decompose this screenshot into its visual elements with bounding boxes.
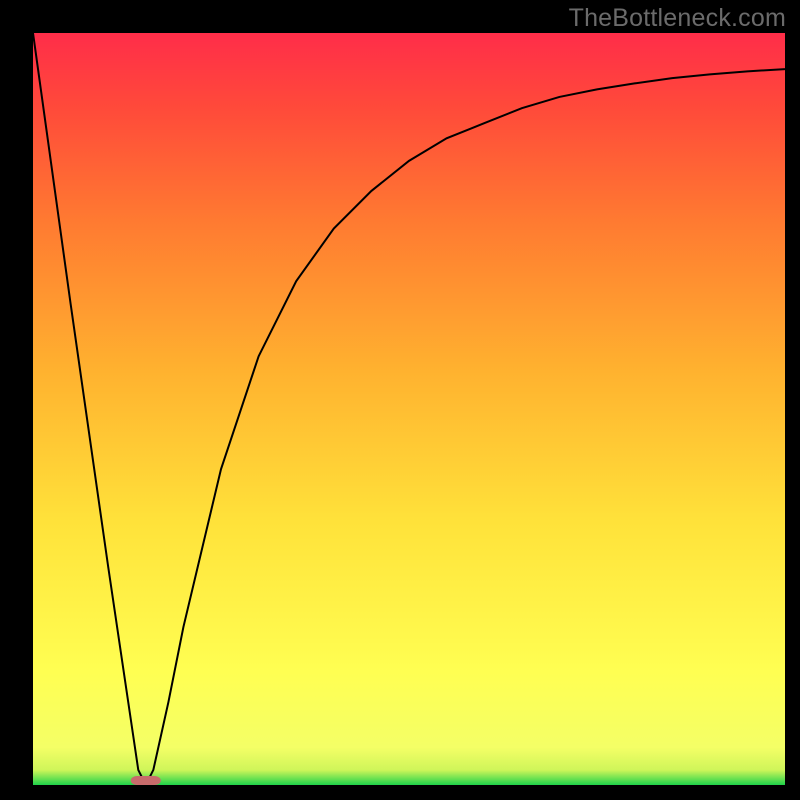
min-marker [131,776,161,785]
chart-stage: TheBottleneck.com [0,0,800,800]
bottleneck-chart [0,0,800,800]
watermark-text: TheBottleneck.com [569,4,786,33]
plot-background [33,33,785,785]
